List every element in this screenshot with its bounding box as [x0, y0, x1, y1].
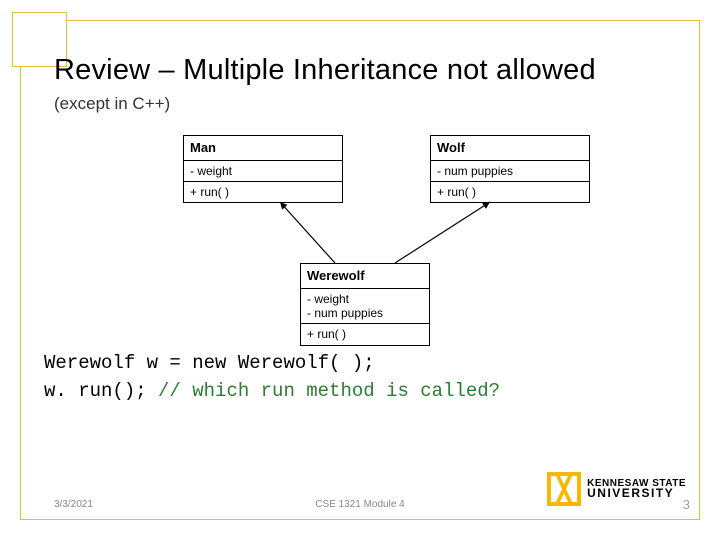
uml-method: + run( ): [431, 182, 589, 202]
code-line-1: Werewolf w = new Werewolf( );: [44, 352, 375, 374]
uml-class-name: Werewolf: [301, 264, 429, 289]
footer-page-number: 3: [683, 497, 690, 512]
uml-method: + run( ): [301, 324, 429, 344]
uml-class-wolf: Wolf - num puppies + run( ): [430, 135, 590, 203]
slide-subtitle: (except in C++): [54, 94, 170, 114]
uml-class-man: Man - weight + run( ): [183, 135, 343, 203]
uml-attr-1: - weight: [307, 292, 349, 306]
footer-date: 3/3/2021: [54, 499, 93, 510]
uml-attribute: - weight: [184, 161, 342, 182]
logo-line-2: UNIVERSITY: [587, 488, 686, 499]
uml-class-name: Man: [184, 136, 342, 161]
uml-class-name: Wolf: [431, 136, 589, 161]
uml-method: + run( ): [184, 182, 342, 202]
code-comment: // which run method is called?: [158, 380, 500, 402]
uml-class-werewolf: Werewolf - weight - num puppies + run( ): [300, 263, 430, 346]
footer-course: CSE 1321 Module 4: [315, 499, 405, 510]
uml-attribute: - num puppies: [431, 161, 589, 182]
code-line-2a: w. run();: [44, 380, 158, 402]
uml-attr-2: - num puppies: [307, 306, 383, 320]
code-block: Werewolf w = new Werewolf( ); w. run(); …: [44, 350, 500, 405]
ksu-logo-mark: [547, 472, 581, 506]
ksu-logo: KENNESAW STATE UNIVERSITY: [547, 472, 686, 506]
uml-attribute: - weight - num puppies: [301, 289, 429, 325]
slide-title: Review – Multiple Inheritance not allowe…: [54, 54, 596, 87]
slide: Review – Multiple Inheritance not allowe…: [0, 0, 720, 540]
ksu-logo-text: KENNESAW STATE UNIVERSITY: [587, 479, 686, 500]
